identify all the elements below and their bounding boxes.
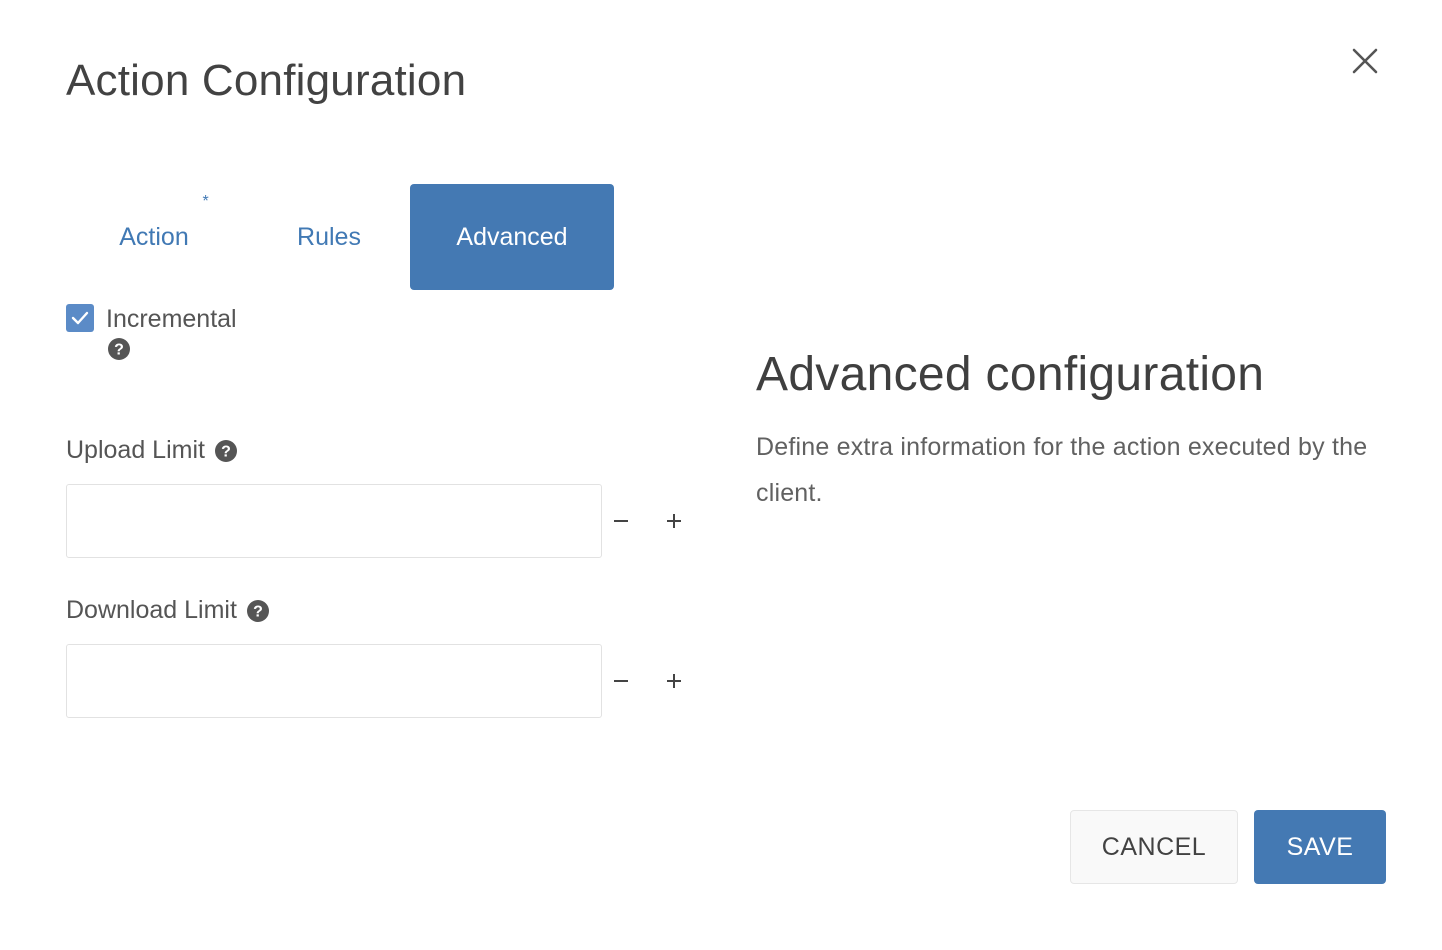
tab-advanced-label: Advanced — [456, 222, 568, 251]
upload-limit-help-icon[interactable]: ? — [214, 439, 238, 463]
download-limit-label-text: Download Limit — [66, 596, 237, 624]
save-button[interactable]: SAVE — [1254, 810, 1386, 884]
upload-limit-label: Upload Limit ? — [66, 438, 238, 463]
upload-limit-increment-button[interactable] — [659, 506, 689, 536]
incremental-label: Incremental — [106, 305, 237, 333]
download-limit-help-icon[interactable]: ? — [246, 599, 270, 623]
svg-text:?: ? — [221, 443, 231, 460]
cancel-button[interactable]: CANCEL — [1070, 810, 1238, 884]
svg-text:?: ? — [114, 342, 124, 359]
close-button[interactable] — [1345, 41, 1385, 81]
action-configuration-dialog: Action Configuration Action * Rules Adva… — [0, 0, 1442, 950]
svg-text:?: ? — [253, 603, 263, 620]
plus-icon — [667, 674, 681, 688]
dialog-title: Action Configuration — [66, 56, 467, 105]
tab-action-label: Action — [119, 222, 189, 251]
incremental-checkbox[interactable] — [66, 304, 94, 332]
tab-rules-label: Rules — [297, 222, 361, 251]
tab-rules[interactable]: Rules — [242, 184, 416, 290]
tab-advanced[interactable]: Advanced — [410, 184, 614, 290]
upload-limit-decrement-button[interactable] — [606, 506, 636, 536]
required-star-icon: * — [202, 192, 209, 210]
incremental-help-icon[interactable]: ? — [107, 337, 131, 361]
checkmark-icon — [71, 311, 89, 325]
tab-action[interactable]: Action * — [66, 184, 242, 290]
upload-limit-input[interactable] — [66, 484, 602, 558]
side-panel-description: Define extra information for the action … — [756, 433, 1368, 507]
download-limit-increment-button[interactable] — [659, 666, 689, 696]
plus-icon — [667, 514, 681, 528]
tab-bar: Action * Rules Advanced — [66, 184, 626, 290]
minus-icon — [614, 520, 628, 522]
download-limit-label: Download Limit ? — [66, 598, 270, 623]
minus-icon — [614, 680, 628, 682]
side-panel-heading: Advanced configuration — [756, 348, 1265, 401]
download-limit-input[interactable] — [66, 644, 602, 718]
download-limit-decrement-button[interactable] — [606, 666, 636, 696]
upload-limit-label-text: Upload Limit — [66, 436, 205, 464]
close-icon — [1352, 48, 1378, 74]
